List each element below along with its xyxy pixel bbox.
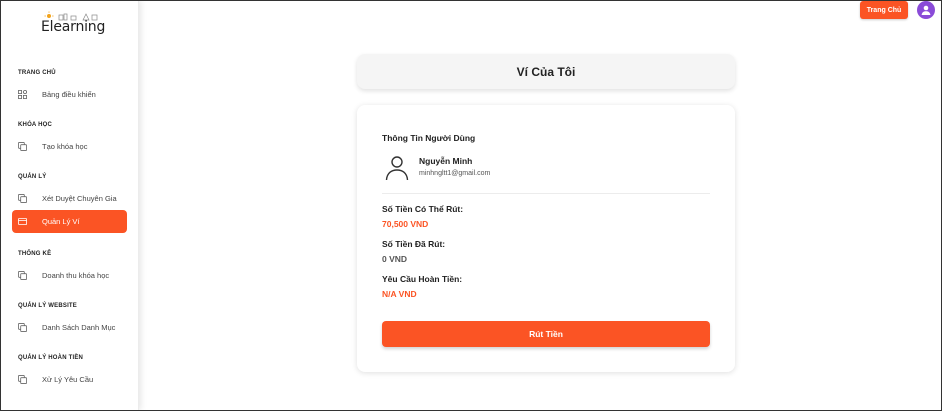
sidebar-item-label: Danh Sách Danh Mục	[42, 323, 116, 332]
sidebar-item-course-revenue[interactable]: Doanh thu khóa học	[12, 264, 127, 287]
logo-text: Elearning	[41, 19, 106, 35]
sidebar-item-label: Tạo khóa học	[42, 142, 88, 151]
divider	[382, 193, 710, 194]
withdraw-button[interactable]: Rút Tiền	[382, 321, 710, 347]
section-title-quan-ly-hoan-tien: QUẢN LÝ HOÀN TIỀN	[18, 355, 84, 361]
avatar[interactable]	[917, 1, 935, 19]
copy-icon	[18, 194, 27, 203]
user-info-heading: Thông Tin Người Dùng	[382, 133, 476, 143]
copy-icon	[18, 323, 27, 332]
sidebar-item-wallet-management[interactable]: Quản Lý Ví	[12, 210, 127, 233]
section-title-quan-ly: QUẢN LÝ	[18, 174, 47, 180]
section-title-thong-ke: THỐNG KÊ	[18, 251, 52, 257]
user-avatar-icon	[921, 5, 931, 15]
logo[interactable]: Elearning	[41, 11, 105, 37]
copy-icon	[18, 271, 27, 280]
section-title-trang-chu: TRANG CHỦ	[18, 70, 56, 76]
available-balance-value: 70,500 VND	[382, 219, 429, 229]
sidebar-item-category-list[interactable]: Danh Sách Danh Mục	[12, 316, 127, 339]
refund-request-value: N/A VND	[382, 289, 417, 299]
withdrawn-amount-label: Số Tiền Đã Rút:	[382, 239, 446, 249]
copy-icon	[18, 142, 27, 151]
sidebar-item-create-course[interactable]: Tạo khóa học	[12, 135, 127, 158]
wallet-icon	[18, 217, 27, 226]
sidebar-item-label: Doanh thu khóa học	[42, 271, 110, 280]
section-title-quan-ly-website: QUẢN LÝ WEBSITE	[18, 303, 78, 309]
sidebar: Elearning TRANG CHỦ Bảng điều khiển KHÓA…	[1, 1, 139, 410]
refund-request-label: Yêu Cầu Hoàn Tiền:	[382, 274, 463, 284]
sidebar-item-label: Bảng điều khiển	[42, 90, 96, 99]
sidebar-item-label: Quản Lý Ví	[42, 217, 80, 226]
sidebar-item-expert-approval[interactable]: Xét Duyệt Chuyên Gia	[12, 187, 127, 210]
user-email: minhngltt1@gmail.com	[419, 170, 491, 177]
user-profile-icon	[385, 156, 409, 181]
dashboard-icon	[18, 90, 27, 99]
page-title-card: Ví Của Tôi	[357, 54, 735, 89]
copy-icon	[18, 375, 27, 384]
available-balance-label: Số Tiền Có Thể Rút:	[382, 204, 464, 214]
sidebar-item-label: Xử Lý Yêu Cầu	[42, 375, 94, 384]
section-title-khoa-hoc: KHÓA HỌC	[18, 122, 53, 128]
withdrawn-amount-value: 0 VND	[382, 254, 408, 264]
home-button[interactable]: Trang Chủ	[860, 1, 908, 19]
sidebar-item-label: Xét Duyệt Chuyên Gia	[42, 194, 117, 203]
wallet-card: Thông Tin Người Dùng Nguyễn Minh minhngl…	[357, 105, 735, 372]
sidebar-item-process-requests[interactable]: Xử Lý Yêu Cầu	[12, 368, 127, 391]
user-name: Nguyễn Minh	[419, 156, 473, 166]
page-title: Ví Của Tôi	[516, 64, 576, 79]
sidebar-item-dashboard[interactable]: Bảng điều khiển	[12, 83, 127, 106]
